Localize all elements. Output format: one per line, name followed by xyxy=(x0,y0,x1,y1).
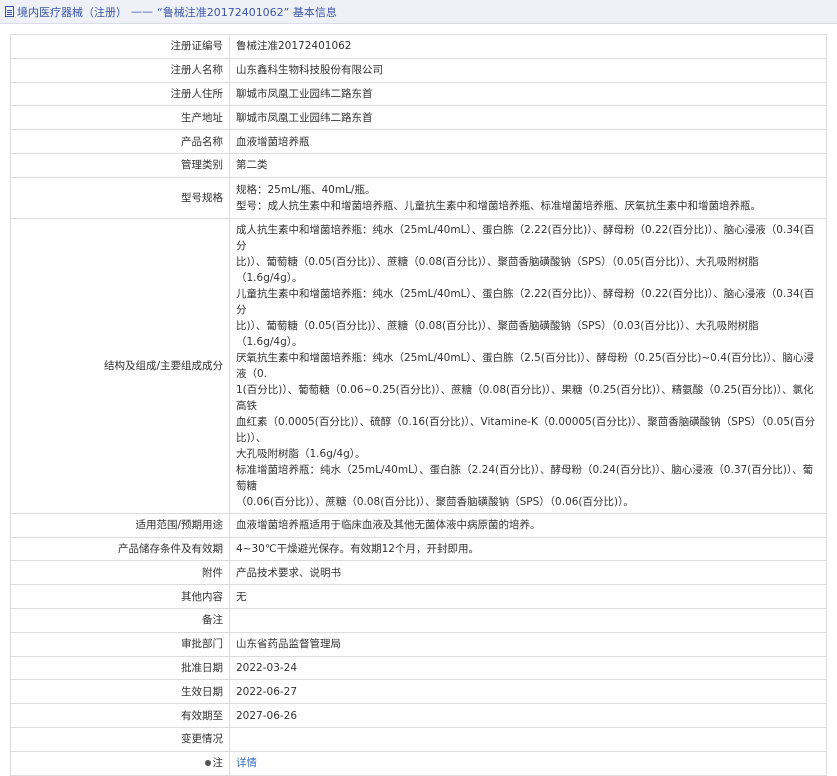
table-row: 生效日期 2022-06-27 xyxy=(10,679,827,705)
row-label: 产品储存条件及有效期 xyxy=(10,536,230,562)
value-line: 成人抗生素中和增菌培养瓶：纯水（25mL/40mL）、蛋白胨（2.22(百分比)… xyxy=(236,223,815,252)
row-value: 血液增菌培养瓶 xyxy=(229,129,827,154)
row-value: 2022-03-24 xyxy=(229,655,827,681)
table-row: 注 详情 xyxy=(10,750,827,776)
row-label: 结构及组成/主要组成成分 xyxy=(10,217,230,514)
row-value-cell: 详情 xyxy=(229,750,827,776)
row-value: 2022-06-27 xyxy=(229,679,827,705)
value-line: 厌氧抗生素中和增菌培养瓶：纯水（25mL/40mL）、蛋白胨（2.5(百分比)）… xyxy=(236,351,814,380)
pin-icon xyxy=(204,760,211,767)
table-row: 注册证编号 鲁械注准20172401062 xyxy=(10,34,827,59)
row-value: 产品技术要求、说明书 xyxy=(229,560,827,586)
table-row: 备注 xyxy=(10,607,827,633)
section-label[interactable]: 境内医疗器械（注册） xyxy=(17,4,127,20)
table-row: 产品名称 血液增菌培养瓶 xyxy=(10,129,827,154)
row-label: 备注 xyxy=(10,607,230,633)
value-line: 型号：成人抗生素中和增菌培养瓶、儿童抗生素中和增菌培养瓶、标准增菌培养瓶、厌氧抗… xyxy=(236,199,761,212)
title-separator: —— xyxy=(131,5,153,18)
row-value-multiline: 成人抗生素中和增菌培养瓶：纯水（25mL/40mL）、蛋白胨（2.22(百分比)… xyxy=(229,217,827,514)
info-table: 注册证编号 鲁械注准20172401062 注册人名称 山东鑫科生物科技股份有限… xyxy=(10,34,827,776)
note-label-cell: 注 xyxy=(10,750,230,776)
table-row: 有效期至 2027-06-26 xyxy=(10,703,827,728)
value-line: 比)）、葡萄糖（0.05(百分比)）、蔗糖（0.08(百分比)）、聚茴香脑磺酸钠… xyxy=(236,255,759,284)
page-title: “鲁械注准20172401062” 基本信息 xyxy=(157,5,337,19)
row-label: 型号规格 xyxy=(10,176,230,219)
row-value xyxy=(229,726,827,752)
row-value: 第二类 xyxy=(229,152,827,178)
value-line: 比)）、葡萄糖（0.05(百分比)）、蔗糖（0.08(百分比)）、聚茴香脑磺酸钠… xyxy=(236,319,759,348)
value-line: （0.06(百分比)）、蔗糖（0.08(百分比)）、聚茴香脑磺酸钠（SPS）（0… xyxy=(236,495,634,508)
value-line: 1(百分比)）、葡萄糖（0.06~0.25(百分比)）、蔗糖（0.08(百分比)… xyxy=(236,383,814,412)
row-value: 血液增菌培养瓶适用于临床血液及其他无菌体液中病原菌的培养。 xyxy=(229,512,827,538)
row-label: 附件 xyxy=(10,560,230,586)
row-label: 管理类别 xyxy=(10,152,230,178)
row-label: 产品名称 xyxy=(10,129,230,154)
row-label: 注册人住所 xyxy=(10,81,230,107)
value-line: 标准增菌培养瓶：纯水（25mL/40mL）、蛋白胨（2.24(百分比)）、酵母粉… xyxy=(236,463,814,492)
row-value: 山东省药品监督管理局 xyxy=(229,631,827,657)
row-label: 审批部门 xyxy=(10,631,230,657)
row-value xyxy=(229,607,827,633)
table-row: 批准日期 2022-03-24 xyxy=(10,655,827,681)
row-label: 注册证编号 xyxy=(10,34,230,59)
row-label: 注册人名称 xyxy=(10,57,230,83)
row-label: 变更情况 xyxy=(10,726,230,752)
value-line: 血红素（0.0005(百分比)）、硫醇（0.16(百分比)）、Vitamine-… xyxy=(236,415,816,444)
row-label: 生效日期 xyxy=(10,679,230,705)
row-value: 鲁械注准20172401062 xyxy=(229,34,827,59)
row-label: 生产地址 xyxy=(10,105,230,131)
value-line: 大孔吸附树脂（1.6g/4g）。 xyxy=(236,447,366,460)
row-value-multiline: 规格：25mL/瓶、40mL/瓶。 型号：成人抗生素中和增菌培养瓶、儿童抗生素中… xyxy=(229,176,827,219)
row-value: 聊城市凤凰工业园纬二路东首 xyxy=(229,81,827,107)
table-row: 附件 产品技术要求、说明书 xyxy=(10,560,827,586)
value-line: 规格：25mL/瓶、40mL/瓶。 xyxy=(236,183,376,196)
row-value: 聊城市凤凰工业园纬二路东首 xyxy=(229,105,827,131)
row-label: 批准日期 xyxy=(10,655,230,681)
table-row: 适用范围/预期用途 血液增菌培养瓶适用于临床血液及其他无菌体液中病原菌的培养。 xyxy=(10,512,827,538)
row-value: 山东鑫科生物科技股份有限公司 xyxy=(229,57,827,83)
info-table-wrapper: 注册证编号 鲁械注准20172401062 注册人名称 山东鑫科生物科技股份有限… xyxy=(10,34,827,776)
table-row: 审批部门 山东省药品监督管理局 xyxy=(10,631,827,657)
table-row: 注册人名称 山东鑫科生物科技股份有限公司 xyxy=(10,57,827,83)
row-value: 4~30℃干燥避光保存。有效期12个月，开封即用。 xyxy=(229,536,827,562)
table-row: 产品储存条件及有效期 4~30℃干燥避光保存。有效期12个月，开封即用。 xyxy=(10,536,827,562)
document-icon xyxy=(5,6,14,17)
details-link[interactable]: 详情 xyxy=(236,757,257,769)
row-label: 注 xyxy=(212,757,224,770)
value-line: 儿童抗生素中和增菌培养瓶：纯水（25mL/40mL）、蛋白胨（2.22(百分比)… xyxy=(236,287,815,316)
row-label: 其他内容 xyxy=(10,584,230,609)
row-value: 2027-06-26 xyxy=(229,703,827,728)
table-row: 型号规格 规格：25mL/瓶、40mL/瓶。 型号：成人抗生素中和增菌培养瓶、儿… xyxy=(10,176,827,219)
row-label: 有效期至 xyxy=(10,703,230,728)
table-row: 管理类别 第二类 xyxy=(10,152,827,178)
table-row: 生产地址 聊城市凤凰工业园纬二路东首 xyxy=(10,105,827,131)
table-row: 注册人住所 聊城市凤凰工业园纬二路东首 xyxy=(10,81,827,107)
table-row: 变更情况 xyxy=(10,726,827,752)
table-row: 其他内容 无 xyxy=(10,584,827,609)
table-row: 结构及组成/主要组成成分 成人抗生素中和增菌培养瓶：纯水（25mL/40mL）、… xyxy=(10,217,827,514)
page-header: 境内医疗器械（注册） —— “鲁械注准20172401062” 基本信息 xyxy=(0,0,837,24)
row-value: 无 xyxy=(229,584,827,609)
row-label: 适用范围/预期用途 xyxy=(10,512,230,538)
